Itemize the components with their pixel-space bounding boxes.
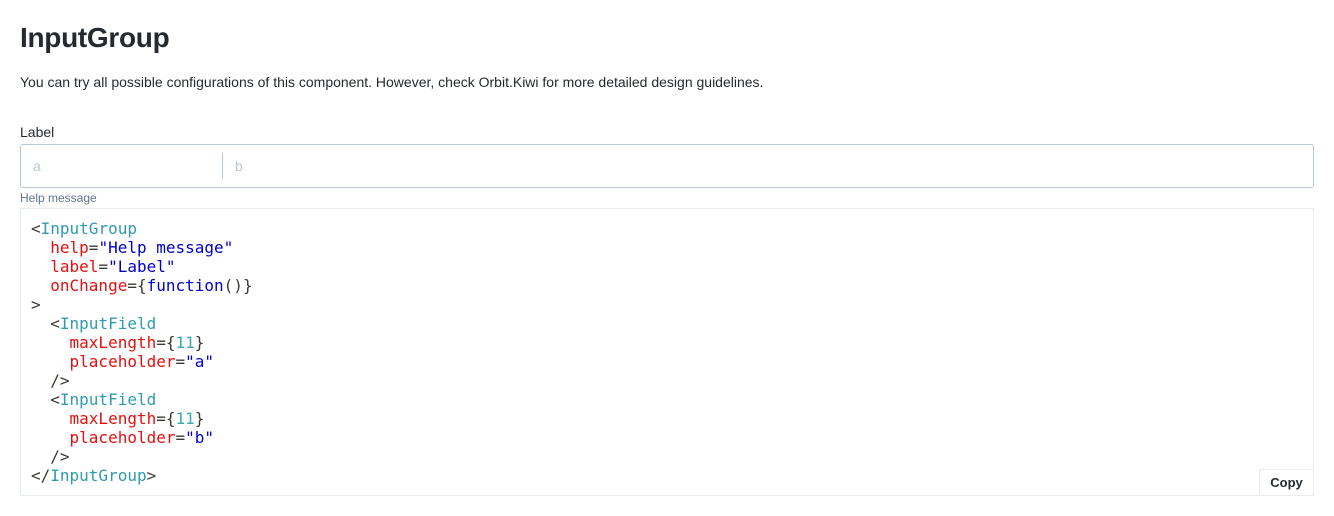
code-token: = bbox=[127, 276, 137, 295]
code-line: maxLength={11} bbox=[31, 409, 1303, 428]
code-line: placeholder="b" bbox=[31, 428, 1303, 447]
code-token: > bbox=[146, 466, 157, 485]
code-token: = bbox=[88, 238, 99, 257]
copy-button[interactable]: Copy bbox=[1259, 469, 1313, 495]
code-token: = bbox=[175, 352, 186, 371]
code-line: placeholder="a" bbox=[31, 352, 1303, 371]
code-token: } bbox=[242, 276, 253, 295]
input-field-a-wrapper bbox=[21, 145, 222, 187]
code-token: "b" bbox=[185, 428, 215, 447]
code-token: = bbox=[175, 428, 186, 447]
code-token: </ bbox=[31, 466, 51, 485]
code-token: { bbox=[165, 333, 176, 352]
code-line: label="Label" bbox=[31, 257, 1303, 276]
code-line: maxLength={11} bbox=[31, 333, 1303, 352]
code-token: < bbox=[50, 314, 60, 333]
code-token: onChange bbox=[50, 276, 128, 295]
input-group bbox=[20, 144, 1314, 188]
code-token: < bbox=[50, 390, 60, 409]
code-token: InputGroup bbox=[40, 219, 137, 238]
input-field-b-wrapper bbox=[223, 145, 1313, 187]
code-line: /> bbox=[31, 371, 1303, 390]
code-token: maxLength bbox=[69, 333, 157, 352]
code-token: "Help message" bbox=[98, 238, 234, 257]
code-token: help bbox=[50, 238, 89, 257]
help-message: Help message bbox=[20, 191, 97, 205]
code-token: InputGroup bbox=[50, 466, 147, 485]
code-token: maxLength bbox=[69, 409, 157, 428]
code-token: InputField bbox=[59, 314, 157, 333]
code-token: placeholder bbox=[69, 352, 176, 371]
code-line: <InputGroup bbox=[31, 219, 1303, 238]
code-line: > bbox=[31, 295, 1303, 314]
code-token: } bbox=[194, 333, 205, 352]
code-line: <InputField bbox=[31, 314, 1303, 333]
input-field-b[interactable] bbox=[223, 145, 1313, 187]
code-token: function bbox=[146, 276, 224, 295]
code-token: { bbox=[136, 276, 147, 295]
code-token: placeholder bbox=[69, 428, 176, 447]
code-line: help="Help message" bbox=[31, 238, 1303, 257]
code-token: 11 bbox=[175, 333, 195, 352]
code-token: "Label" bbox=[108, 257, 176, 276]
code-token: 11 bbox=[175, 409, 195, 428]
code-token: "a" bbox=[185, 352, 215, 371]
code-token: /> bbox=[50, 447, 70, 466]
code-line: </InputGroup> bbox=[31, 466, 1303, 485]
input-field-a[interactable] bbox=[21, 145, 222, 187]
code-token: /> bbox=[50, 371, 70, 390]
code-line: onChange={function()} bbox=[31, 276, 1303, 295]
page-description: You can try all possible configurations … bbox=[20, 74, 764, 90]
page-title: InputGroup bbox=[20, 22, 170, 53]
code-token: { bbox=[165, 409, 176, 428]
code-token: () bbox=[223, 276, 243, 295]
code-token: } bbox=[194, 409, 205, 428]
code-preview: <InputGroup help="Help message" label="L… bbox=[20, 208, 1314, 496]
code-line: /> bbox=[31, 447, 1303, 466]
code-token: = bbox=[156, 333, 166, 352]
code-token: > bbox=[31, 295, 41, 314]
code-line: <InputField bbox=[31, 390, 1303, 409]
code-token: = bbox=[156, 409, 166, 428]
code-block: <InputGroup help="Help message" label="L… bbox=[21, 209, 1313, 495]
input-group-label: Label bbox=[20, 124, 55, 140]
code-token: < bbox=[31, 219, 41, 238]
code-token: = bbox=[98, 257, 109, 276]
code-token: InputField bbox=[59, 390, 157, 409]
code-token: label bbox=[50, 257, 99, 276]
